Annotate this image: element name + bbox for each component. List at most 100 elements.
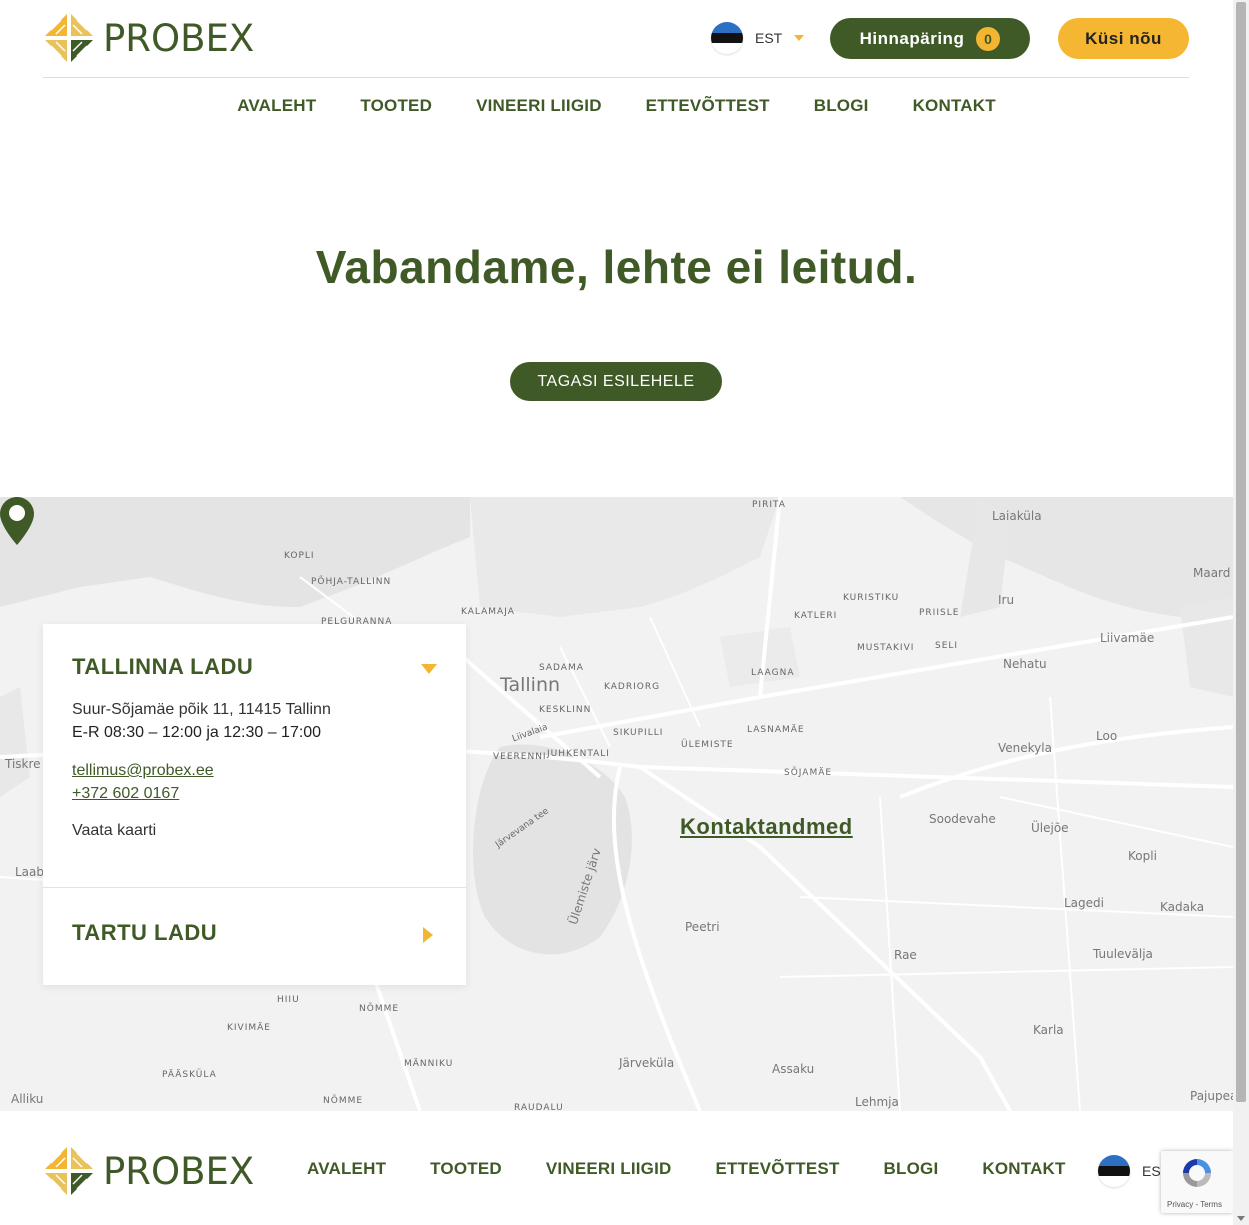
map-label: MUSTAKIVI	[857, 643, 915, 653]
page-title: Vabandame, lehte ei leitud.	[315, 241, 918, 293]
map-label: SIKUPILLI	[613, 728, 664, 738]
logo[interactable]: PROBEX	[43, 12, 254, 64]
map-label: Kadaka	[1160, 900, 1205, 914]
tallinn-warehouse-toggle[interactable]: TALLINNA LADU	[72, 654, 253, 680]
cart-count-badge: 0	[976, 26, 1001, 51]
back-to-home-button[interactable]: TAGASI ESILEHELE	[510, 362, 722, 401]
footer: PROBEX AVALEHT TOOTED VINEERI LIIGID ETT…	[0, 1111, 1233, 1225]
warehouse-address: Suur-Sõjamäe põik 11, 11415 Tallinn	[72, 701, 331, 718]
map-label: Maard	[1193, 566, 1231, 580]
scrollbar[interactable]	[1233, 0, 1249, 1225]
estonian-flag-icon	[711, 22, 743, 54]
main-nav: AVALEHT TOOTED VINEERI LIIGID ETTEVÕTTES…	[0, 96, 1233, 116]
map-label: Tiskre	[5, 757, 41, 771]
nav-contact[interactable]: KONTAKT	[913, 96, 996, 116]
map-label: NÕMME	[323, 1096, 364, 1106]
recaptcha-icon	[1183, 1159, 1211, 1187]
map-label: NÕMME	[359, 1004, 400, 1014]
scroll-down-icon[interactable]	[1237, 1216, 1245, 1221]
map-label: KALAMAJA	[461, 607, 515, 617]
logo-text: PROBEX	[103, 16, 255, 60]
probex-logo-icon	[45, 14, 93, 62]
map-label: KESKLINN	[539, 705, 592, 715]
map-label: LAAGNA	[751, 668, 795, 678]
map-label: ÜLEMISTE	[681, 740, 734, 750]
footer-nav-products[interactable]: TOOTED	[430, 1159, 502, 1179]
footer-nav-contact[interactable]: KONTAKT	[982, 1159, 1065, 1179]
scrollbar-thumb[interactable]	[1236, 2, 1246, 1102]
chevron-down-icon	[794, 35, 805, 41]
view-map-link[interactable]: Vaata kaarti	[72, 822, 156, 840]
map-label: Karla	[1033, 1023, 1064, 1037]
map-label: PRIISLE	[919, 608, 960, 618]
map-label: KATLERI	[794, 611, 838, 621]
chevron-right-icon[interactable]	[423, 927, 433, 943]
chevron-down-icon[interactable]	[421, 664, 437, 674]
map-label: PIRITA	[752, 500, 786, 510]
map-label: Järveküla	[619, 1056, 675, 1070]
nav-products[interactable]: TOOTED	[360, 96, 432, 116]
ask-advice-button[interactable]: Küsi nõu	[1058, 18, 1189, 59]
tartu-warehouse-toggle[interactable]: TARTU LADU	[72, 920, 217, 946]
map-label: Soodevahe	[929, 812, 996, 826]
recaptcha-text[interactable]: Privacy - Terms	[1167, 1200, 1222, 1209]
map-label: Nehatu	[1003, 657, 1047, 671]
map-label: Tallinn	[500, 674, 561, 696]
map-label: Peetri	[685, 920, 720, 934]
map-label: Assaku	[772, 1062, 815, 1076]
map-label: Tuulevälja	[1093, 947, 1153, 961]
nav-blog[interactable]: BLOGI	[814, 96, 869, 116]
tallinn-warehouse-section: TALLINNA LADU Suur-Sõjamäe põik 11, 1141…	[43, 624, 466, 888]
map-label: Laab	[15, 865, 45, 879]
footer-language-selector[interactable]: EST	[1098, 1155, 1169, 1187]
map-label: Kopli	[1128, 849, 1157, 863]
nav-home[interactable]: AVALEHT	[237, 96, 316, 116]
nav-plywood-types[interactable]: VINEERI LIIGID	[476, 96, 602, 116]
map-label: Pajupea	[1190, 1089, 1233, 1103]
map-label: Rae	[894, 948, 917, 962]
map-label: VEERENNI	[493, 752, 547, 762]
map-label: Liivamäe	[1100, 631, 1155, 645]
recaptcha-badge[interactable]: Privacy - Terms	[1161, 1151, 1233, 1213]
price-request-button[interactable]: Hinnapäring 0	[830, 18, 1030, 59]
map-label: Venekyla	[998, 741, 1052, 755]
map-pin-icon[interactable]	[0, 497, 34, 545]
map-label: LASNAMÄE	[747, 725, 805, 735]
footer-nav-about[interactable]: ETTEVÕTTEST	[715, 1159, 839, 1179]
map-label: SELI	[935, 641, 959, 651]
map-label: KIVIMÄE	[227, 1023, 271, 1033]
map-label: SÕJAMÄE	[784, 768, 833, 778]
warehouse-hours: E-R 08:30 – 12:00 ja 12:30 – 17:00	[72, 724, 322, 741]
estonian-flag-icon	[1098, 1155, 1130, 1187]
language-selector[interactable]: EST	[711, 22, 805, 54]
phone-link[interactable]: +372 602 0167	[72, 785, 179, 803]
footer-nav-home[interactable]: AVALEHT	[307, 1159, 386, 1179]
map-label: KADRIORG	[604, 682, 661, 692]
map-label: KOPLI	[284, 551, 315, 561]
map-label: Alliku	[11, 1092, 44, 1106]
map-label: HIIU	[277, 995, 300, 1005]
map-label: Laiaküla	[992, 509, 1042, 523]
map-label: PÄÄSKÜLA	[162, 1070, 217, 1080]
map-label: MÄNNIKU	[404, 1059, 454, 1069]
page: PROBEX EST Hinnapäring 0 Küsi nõu AVALEH…	[0, 0, 1233, 1225]
map-label: RAUDALU	[514, 1103, 564, 1111]
map-label: KURISTIKU	[843, 593, 900, 603]
logo-text: PROBEX	[103, 1149, 255, 1193]
email-link[interactable]: tellimus@probex.ee	[72, 762, 214, 780]
price-request-label: Hinnapäring	[859, 28, 965, 48]
contact-details-link[interactable]: Kontaktandmed	[680, 814, 853, 840]
map-label: SADAMA	[539, 663, 584, 673]
map-label: Loo	[1096, 729, 1118, 743]
header: PROBEX EST Hinnapäring 0 Küsi nõu	[43, 0, 1189, 78]
map-label: Ülejõe	[1031, 821, 1069, 835]
map-label: JUHKENTALI	[547, 749, 610, 759]
warehouse-card: TALLINNA LADU Suur-Sõjamäe põik 11, 1141…	[43, 624, 466, 985]
footer-logo[interactable]: PROBEX	[43, 1145, 254, 1197]
footer-nav-plywood-types[interactable]: VINEERI LIIGID	[546, 1159, 672, 1179]
footer-nav: AVALEHT TOOTED VINEERI LIIGID ETTEVÕTTES…	[307, 1159, 1110, 1179]
nav-about[interactable]: ETTEVÕTTEST	[646, 96, 770, 116]
map-label: Iru	[998, 593, 1015, 607]
footer-nav-blog[interactable]: BLOGI	[884, 1159, 939, 1179]
probex-logo-icon	[45, 1147, 93, 1195]
